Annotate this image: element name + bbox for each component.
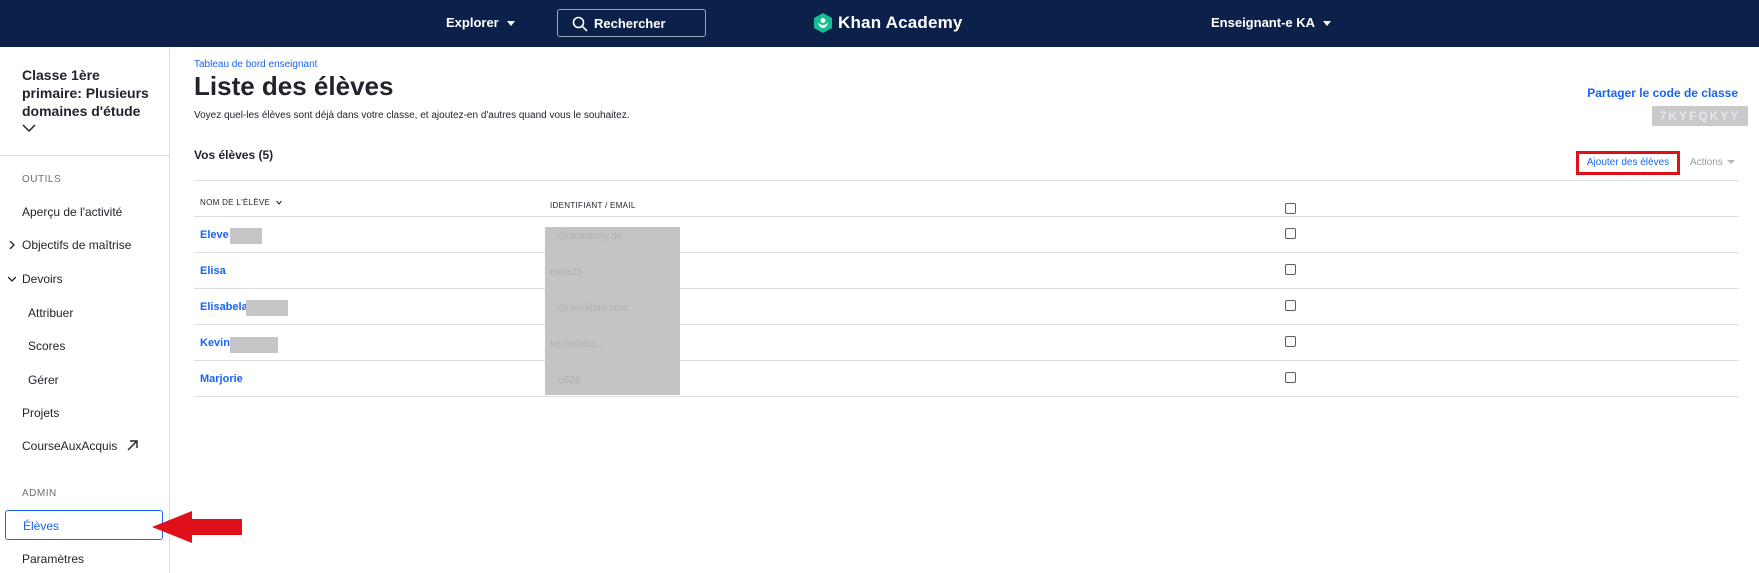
explore-label: Explorer <box>446 15 499 30</box>
column-header-name[interactable]: NOM DE L'ÉLÈVE <box>200 198 282 207</box>
caret-down-icon <box>1726 160 1735 165</box>
redacted-name <box>246 300 288 316</box>
row-divider <box>194 288 1739 289</box>
user-menu[interactable]: Enseignant-e KA <box>1211 15 1332 30</box>
add-students-button[interactable]: Ajouter des élèves <box>1576 151 1680 175</box>
external-link-icon <box>127 440 138 451</box>
caret-down-icon <box>1323 21 1332 27</box>
page-description: Voyez quel-les élèves sont déjà dans vot… <box>194 110 630 121</box>
sidebar-item-scores[interactable]: Scores <box>28 339 65 353</box>
page-title: Liste des élèves <box>194 71 394 101</box>
top-nav: Explorer Khan Academy Enseignant-e KA <box>0 0 1759 47</box>
explore-menu[interactable]: Explorer <box>446 15 515 30</box>
row-checkbox[interactable] <box>1285 372 1296 383</box>
section-divider <box>194 180 1739 181</box>
search-input[interactable] <box>594 15 699 31</box>
tools-heading: OUTILS <box>22 174 62 185</box>
row-checkbox[interactable] <box>1285 228 1296 239</box>
table-row-name[interactable]: Elisabela <box>200 301 248 313</box>
class-code: 7KYFQKYY <box>1652 106 1748 126</box>
sidebar-item-assignments[interactable]: Devoirs <box>22 272 63 286</box>
chevron-down-icon[interactable] <box>8 275 16 283</box>
sidebar-divider <box>0 155 169 156</box>
search-icon <box>572 16 588 32</box>
sidebar-item-assign[interactable]: Attribuer <box>28 306 73 320</box>
sidebar-item-students[interactable]: Élèves <box>5 510 163 540</box>
row-id: ...@academy.de <box>550 231 623 242</box>
sidebar-item-activity[interactable]: Aperçu de l'activité <box>22 205 122 219</box>
chevron-down-icon[interactable] <box>22 123 36 133</box>
column-name-label: NOM DE L'ÉLÈVE <box>200 198 271 207</box>
row-divider <box>194 324 1739 325</box>
khan-academy-logo[interactable]: Khan Academy <box>814 13 963 33</box>
table-row-name[interactable]: Elisa <box>200 265 226 277</box>
actions-label: Actions <box>1690 157 1723 168</box>
sort-chevron-down-icon <box>275 201 282 206</box>
row-id: elela25 <box>550 267 583 278</box>
sidebar-item-course-challenge[interactable]: CourseAuxAcquis <box>22 439 138 453</box>
students-label: Élèves <box>23 519 60 533</box>
table-row-name[interactable]: Kevin <box>200 337 230 349</box>
redacted-name <box>230 337 278 353</box>
sidebar: Classe 1ère primaire: Plusieurs domaines… <box>0 47 170 573</box>
select-all-checkbox[interactable] <box>1285 203 1296 214</box>
annotation-arrow-icon <box>152 511 242 543</box>
row-id: ...e826 <box>550 375 581 386</box>
search-box[interactable] <box>557 9 706 37</box>
breadcrumb[interactable]: Tableau de bord enseignant <box>194 59 317 70</box>
table-row-name[interactable]: Eleve <box>200 229 229 241</box>
redacted-name <box>230 228 262 244</box>
row-checkbox[interactable] <box>1285 300 1296 311</box>
row-id: kevinduba... <box>550 339 604 350</box>
students-count: Vos élèves (5) <box>194 148 274 162</box>
table-row-name[interactable]: Marjorie <box>200 373 243 385</box>
admin-heading: ADMIN <box>22 488 57 499</box>
user-label: Enseignant-e KA <box>1211 15 1316 30</box>
course-challenge-label: CourseAuxAcquis <box>22 439 118 453</box>
share-class-code-link[interactable]: Partager le code de classe <box>1587 86 1738 100</box>
table-divider <box>194 216 1739 217</box>
khan-leaf-icon <box>814 13 832 33</box>
class-title[interactable]: Classe 1ère primaire: Plusieurs domaines… <box>22 66 162 120</box>
sidebar-item-manage[interactable]: Gérer <box>28 373 59 387</box>
chevron-right-icon[interactable] <box>8 241 16 249</box>
sidebar-item-settings[interactable]: Paramètres <box>22 552 84 566</box>
column-header-id: IDENTIFIANT / EMAIL <box>550 201 636 210</box>
row-id: ...@avekhan.com <box>550 303 628 314</box>
logo-text: Khan Academy <box>838 13 963 32</box>
row-divider <box>194 396 1739 397</box>
sidebar-item-projects[interactable]: Projets <box>22 406 59 420</box>
row-checkbox[interactable] <box>1285 264 1296 275</box>
actions-button[interactable]: Actions <box>1690 157 1735 168</box>
caret-down-icon <box>506 21 515 27</box>
row-divider <box>194 252 1739 253</box>
sidebar-item-mastery[interactable]: Objectifs de maîtrise <box>22 238 131 252</box>
row-checkbox[interactable] <box>1285 336 1296 347</box>
row-divider <box>194 360 1739 361</box>
